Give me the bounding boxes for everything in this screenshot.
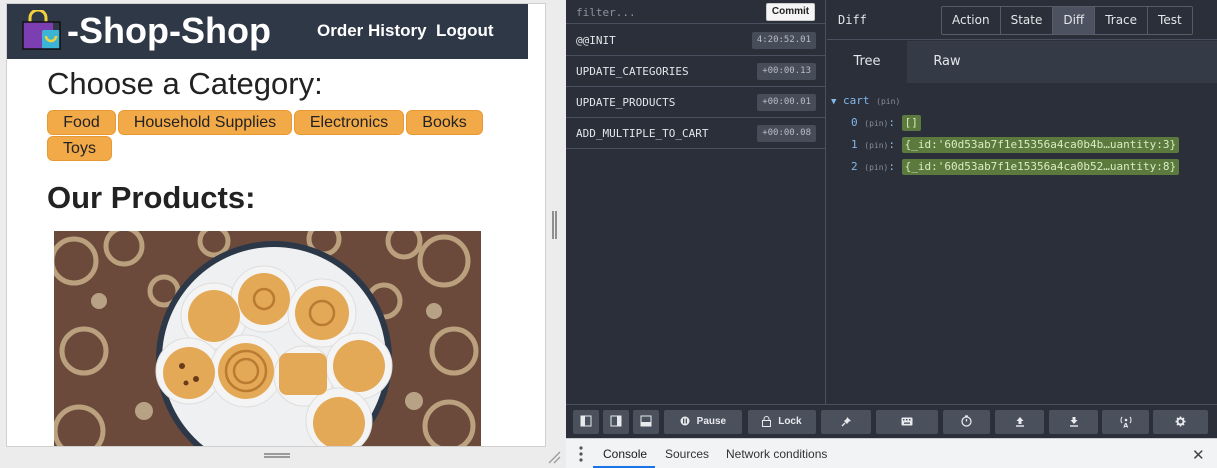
action-row[interactable]: UPDATE_CATEGORIES +00:00.13 [566, 56, 826, 87]
svg-text:A: A [1123, 421, 1128, 427]
lock-button[interactable]: Lock [748, 410, 816, 434]
action-name: @@INIT [576, 34, 616, 47]
layout-left-button[interactable] [573, 410, 599, 434]
drawer-tab-network-conditions[interactable]: Network conditions [726, 447, 827, 461]
logout-link[interactable]: Logout [436, 21, 494, 41]
pin-toggle[interactable]: (pin) [864, 119, 888, 128]
tree-root-row[interactable]: ▼ cart (pin) [831, 94, 900, 112]
dispatcher-button[interactable] [943, 410, 990, 434]
app-header: -Shop-Shop Order History Logout [7, 4, 528, 59]
remote-button[interactable]: A [1102, 410, 1149, 434]
devtools-toolbar: Pause Lock A [566, 404, 1217, 438]
tree-key: 1 [851, 138, 858, 151]
view-tabs: Tree Raw [827, 41, 1217, 83]
tree-row[interactable]: 0 (pin): [] [851, 115, 921, 133]
inspector-title: Diff [838, 13, 867, 27]
layout-right-button[interactable] [603, 410, 629, 434]
action-row[interactable]: @@INIT 4:20:52.01 [566, 25, 826, 56]
tree-row[interactable]: 1 (pin): {_id:'60d53ab7f1e15356a4ca0b4b…… [851, 137, 1180, 155]
action-filter-input[interactable] [570, 2, 760, 22]
viewport-height-handle[interactable] [264, 453, 290, 458]
stopwatch-icon [961, 415, 972, 428]
tab-trace[interactable]: Trace [1095, 7, 1149, 34]
action-time: +00:00.13 [757, 63, 816, 80]
action-name: UPDATE_CATEGORIES [576, 65, 689, 78]
diff-added-value: {_id:'60d53ab7f1e15356a4ca0b4b…uantity:3… [901, 137, 1180, 153]
pause-button[interactable]: Pause [664, 410, 742, 434]
inspector-pane: Diff Action State Diff Trace Test Tree R… [827, 0, 1217, 404]
tree-key: 0 [851, 116, 858, 129]
lock-icon [762, 415, 772, 427]
action-list-pane: Commit @@INIT 4:20:52.01 UPDATE_CATEGORI… [566, 0, 826, 404]
more-options-icon[interactable] [576, 445, 586, 463]
inspector-mode-tabs: Action State Diff Trace Test [941, 6, 1193, 35]
action-row[interactable]: UPDATE_PRODUCTS +00:00.01 [566, 87, 826, 118]
action-name: UPDATE_PRODUCTS [576, 96, 676, 109]
upload-icon [1015, 416, 1024, 427]
action-name: ADD_MULTIPLE_TO_CART [576, 127, 709, 140]
settings-button[interactable] [1153, 410, 1208, 434]
brand-title[interactable]: -Shop-Shop [67, 11, 271, 51]
tree-key: cart [843, 94, 870, 107]
app-viewport-frame: -Shop-Shop Order History Logout Choose a… [0, 0, 566, 468]
diff-added-value: {_id:'60d53ab7f1e15356a4ca0b52…uantity:8… [901, 159, 1180, 175]
action-time: 4:20:52.01 [751, 32, 816, 49]
action-time: +00:00.01 [757, 94, 816, 111]
layout-left-icon [580, 415, 592, 427]
tree-row[interactable]: 2 (pin): {_id:'60d53ab7f1e15356a4ca0b52…… [851, 159, 1180, 177]
pin-toggle[interactable]: (pin) [864, 141, 888, 150]
action-time: +00:00.08 [757, 125, 816, 142]
import-button[interactable] [1049, 410, 1098, 434]
inspector-topbar: Diff Action State Diff Trace Test [827, 0, 1217, 40]
order-history-link[interactable]: Order History [317, 21, 427, 41]
keyboard-icon [901, 417, 913, 426]
redux-devtools-panel: Commit @@INIT 4:20:52.01 UPDATE_CATEGORI… [566, 0, 1217, 438]
lock-label: Lock [778, 416, 802, 427]
tab-diff[interactable]: Diff [1053, 7, 1096, 34]
drawer-tab-sources[interactable]: Sources [665, 447, 709, 461]
gear-icon [1175, 416, 1186, 427]
category-button-household-supplies[interactable]: Household Supplies [118, 110, 292, 135]
tab-tree[interactable]: Tree [827, 41, 907, 83]
products-heading: Our Products: [47, 180, 256, 215]
shopping-bag-logo-icon [22, 10, 61, 50]
export-button[interactable] [995, 410, 1044, 434]
shop-page: -Shop-Shop Order History Logout Choose a… [6, 3, 546, 447]
pause-label: Pause [696, 416, 727, 427]
drawer-tab-console[interactable]: Console [603, 447, 647, 461]
commit-button[interactable]: Commit [766, 3, 815, 21]
diff-added-value: [] [901, 115, 921, 131]
tab-state[interactable]: State [1001, 7, 1054, 34]
product-image-cookies[interactable] [54, 231, 481, 447]
category-button-toys[interactable]: Toys [47, 136, 112, 161]
viewport-width-handle[interactable] [552, 211, 557, 239]
category-button-food[interactable]: Food [47, 110, 116, 135]
devtools-drawer: Console Sources Network conditions ✕ [566, 438, 1217, 468]
pin-toggle[interactable]: (pin) [864, 163, 888, 172]
download-icon [1069, 416, 1078, 427]
layout-bottom-button[interactable] [633, 410, 659, 434]
action-row[interactable]: ADD_MULTIPLE_TO_CART +00:00.08 [566, 118, 826, 149]
pin-button[interactable] [821, 410, 871, 434]
category-button-electronics[interactable]: Electronics [294, 110, 404, 135]
pin-toggle[interactable]: (pin) [876, 97, 900, 106]
tab-action[interactable]: Action [942, 7, 1001, 34]
tab-raw[interactable]: Raw [907, 41, 987, 83]
category-heading: Choose a Category: [47, 66, 323, 101]
pin-icon [841, 416, 851, 427]
viewport-resize-corner-icon[interactable] [547, 450, 561, 464]
layout-bottom-icon [640, 415, 652, 427]
tree-key: 2 [851, 160, 858, 173]
tab-test[interactable]: Test [1148, 7, 1192, 34]
expand-arrow-icon[interactable]: ▼ [831, 97, 836, 107]
filter-bar: Commit [566, 0, 826, 24]
broadcast-icon: A [1119, 416, 1132, 429]
keyboard-shortcuts-button[interactable] [876, 410, 938, 434]
close-drawer-icon[interactable]: ✕ [1192, 446, 1205, 464]
category-button-books[interactable]: Books [406, 110, 483, 135]
layout-right-icon [610, 415, 622, 427]
pause-icon [680, 416, 690, 426]
